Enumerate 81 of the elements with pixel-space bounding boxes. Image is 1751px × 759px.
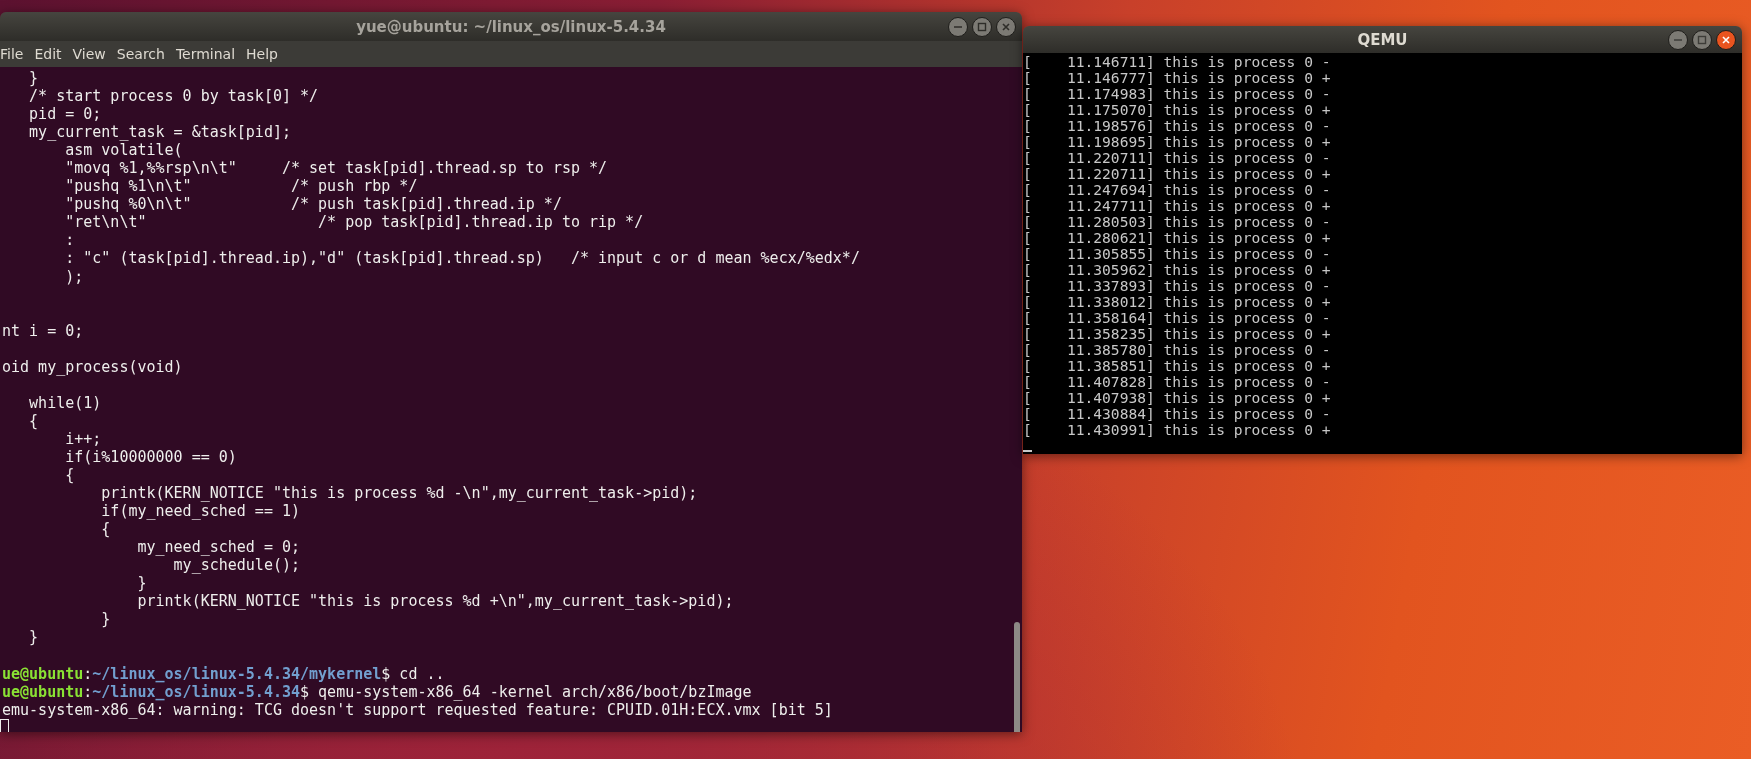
code-line: my_current_task = &task[pid]; — [28, 123, 291, 142]
code-line: { — [100, 520, 111, 539]
window-title: yue@ubuntu: ~/linux_os/linux-5.4.34 — [356, 17, 666, 36]
prompt-user: ue@ubuntu — [2, 682, 84, 701]
console-line: [ 11.220711] this is process 0 + — [1023, 166, 1332, 183]
console-line: [ 11.385851] this is process 0 + — [1023, 358, 1332, 375]
prompt-path: ~/linux_os/linux-5.4.34 — [92, 682, 301, 701]
menu-item[interactable]: Search — [116, 44, 172, 64]
console-line: [ 11.146711] this is process 0 - — [1023, 54, 1332, 70]
code-line: : "c" (task[pid].thread.ip),"d" (task[pid].thread.sp) /* input c or d mean %ecx/%edx*/ — [64, 249, 860, 268]
console-line: [ 11.280503] this is process 0 - — [1023, 214, 1332, 231]
code-line: } — [28, 628, 39, 647]
code-line: { — [28, 411, 39, 430]
code-line: } — [28, 69, 39, 88]
console-line: [ 11.407828] this is process 0 - — [1023, 374, 1332, 391]
text-cursor — [0, 718, 9, 732]
code-line: { — [64, 466, 75, 485]
code-line: } — [136, 574, 147, 593]
code-line: printk(KERN_NOTICE "this is process %d +\n",my_current_task->pid); — [136, 592, 734, 611]
close-icon — [1721, 34, 1731, 45]
code-line: emu-system-x86_64: warning: TCG doesn't support requested feature: CPUID.01H:ECX.vmx [bit 5] — [2, 700, 833, 719]
code-line: if(i%10000000 == 0) — [64, 448, 237, 467]
console-line: [ 11.247694] this is process 0 - — [1023, 182, 1332, 199]
prompt-user: ue@ubuntu — [2, 664, 84, 683]
close-icon — [1001, 21, 1011, 32]
console-line: [ 11.407938] this is process 0 + — [1023, 390, 1332, 407]
code-line: oid my_process(void) — [2, 357, 183, 376]
prompt-separator: : — [83, 664, 93, 683]
code-line: ); — [64, 267, 84, 286]
code-line: } — [100, 610, 111, 629]
maximize-button[interactable] — [972, 16, 992, 37]
maximize-button[interactable] — [1692, 29, 1712, 50]
scrollbar-thumb[interactable] — [1014, 621, 1020, 732]
code-line: pid = 0; — [28, 105, 102, 124]
code-line: i++; — [64, 429, 102, 448]
window-title: QEMU — [1357, 30, 1408, 49]
code-line: my_schedule(); — [172, 556, 300, 575]
code-line: while(1) — [28, 393, 102, 412]
code-line: if(my_need_sched == 1) — [100, 502, 300, 521]
console-line: [ 11.198576] this is process 0 - — [1023, 118, 1332, 135]
minimize-button[interactable] — [1668, 29, 1688, 50]
console-line: [ 11.305962] this is process 0 + — [1023, 262, 1332, 279]
console-line: [ 11.220711] this is process 0 - — [1023, 150, 1332, 167]
console-line: [ 11.385780] this is process 0 - — [1023, 342, 1332, 359]
console-line: [ 11.430991] this is process 0 + — [1023, 422, 1332, 439]
text-cursor — [1023, 450, 1032, 453]
command-text: $ cd .. — [381, 664, 445, 683]
minimize-button[interactable] — [948, 16, 968, 37]
console-line: [ 11.430884] this is process 0 - — [1023, 406, 1332, 423]
console-line: [ 11.338012] this is process 0 + — [1023, 294, 1332, 311]
command-text: $ qemu-system-x86_64 -kernel arch/x86/boot/bzImage — [300, 682, 752, 701]
maximize-icon — [977, 21, 987, 32]
code-line: : — [64, 231, 75, 250]
maximize-icon — [1697, 34, 1707, 45]
code-line: my_need_sched = 0; — [136, 538, 300, 557]
code-line: "ret\n\t" /* pop task[pid].thread.ip to rip */ — [64, 213, 644, 232]
code-line: printk(KERN_NOTICE "this is process %d -\n",my_current_task->pid); — [100, 484, 698, 503]
code-line: "pushq %1\n\t" /* push rbp */ — [64, 177, 418, 196]
code-line: /* start process 0 by task[0] */ — [28, 87, 319, 106]
console-line: [ 11.305855] this is process 0 - — [1023, 246, 1332, 263]
code-line: nt i = 0; — [2, 321, 84, 340]
menu-item[interactable]: Terminal — [175, 44, 243, 64]
console-line: [ 11.280621] this is process 0 + — [1023, 230, 1332, 247]
prompt-path: ~/linux_os/linux-5.4.34/mykernel — [92, 664, 382, 683]
code-line: "movq %1,%%rsp\n\t" /* set task[pid].thread.sp to rsp */ — [64, 159, 608, 178]
menu-item[interactable]: File — [0, 44, 31, 64]
close-button[interactable] — [1716, 29, 1736, 50]
console-line: [ 11.337893] this is process 0 - — [1023, 278, 1332, 295]
menu-item[interactable]: View — [72, 44, 113, 64]
code-line: "pushq %0\n\t" /* push task[pid].thread.ip */ — [64, 195, 562, 214]
console-line: [ 11.247711] this is process 0 + — [1023, 198, 1332, 215]
console-line: [ 11.358235] this is process 0 + — [1023, 326, 1332, 343]
menu-item[interactable]: Help — [246, 44, 285, 64]
console-line: [ 11.175070] this is process 0 + — [1023, 102, 1332, 119]
prompt-separator: : — [83, 682, 93, 701]
console-line: [ 11.174983] this is process 0 - — [1023, 86, 1332, 103]
code-line: asm volatile( — [64, 141, 183, 160]
menu-item[interactable]: Edit — [34, 44, 69, 64]
console-line: [ 11.198695] this is process 0 + — [1023, 134, 1332, 151]
console-line: [ 11.146777] this is process 0 + — [1023, 70, 1332, 87]
console-line: [ 11.358164] this is process 0 - — [1023, 310, 1332, 327]
